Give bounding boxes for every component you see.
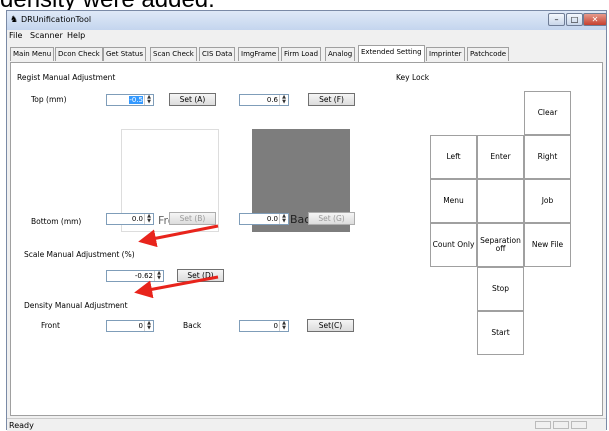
annotation-arrows — [134, 224, 219, 299]
density-annotation-arrow — [134, 275, 219, 299]
scale-annotation-arrow — [138, 224, 219, 248]
